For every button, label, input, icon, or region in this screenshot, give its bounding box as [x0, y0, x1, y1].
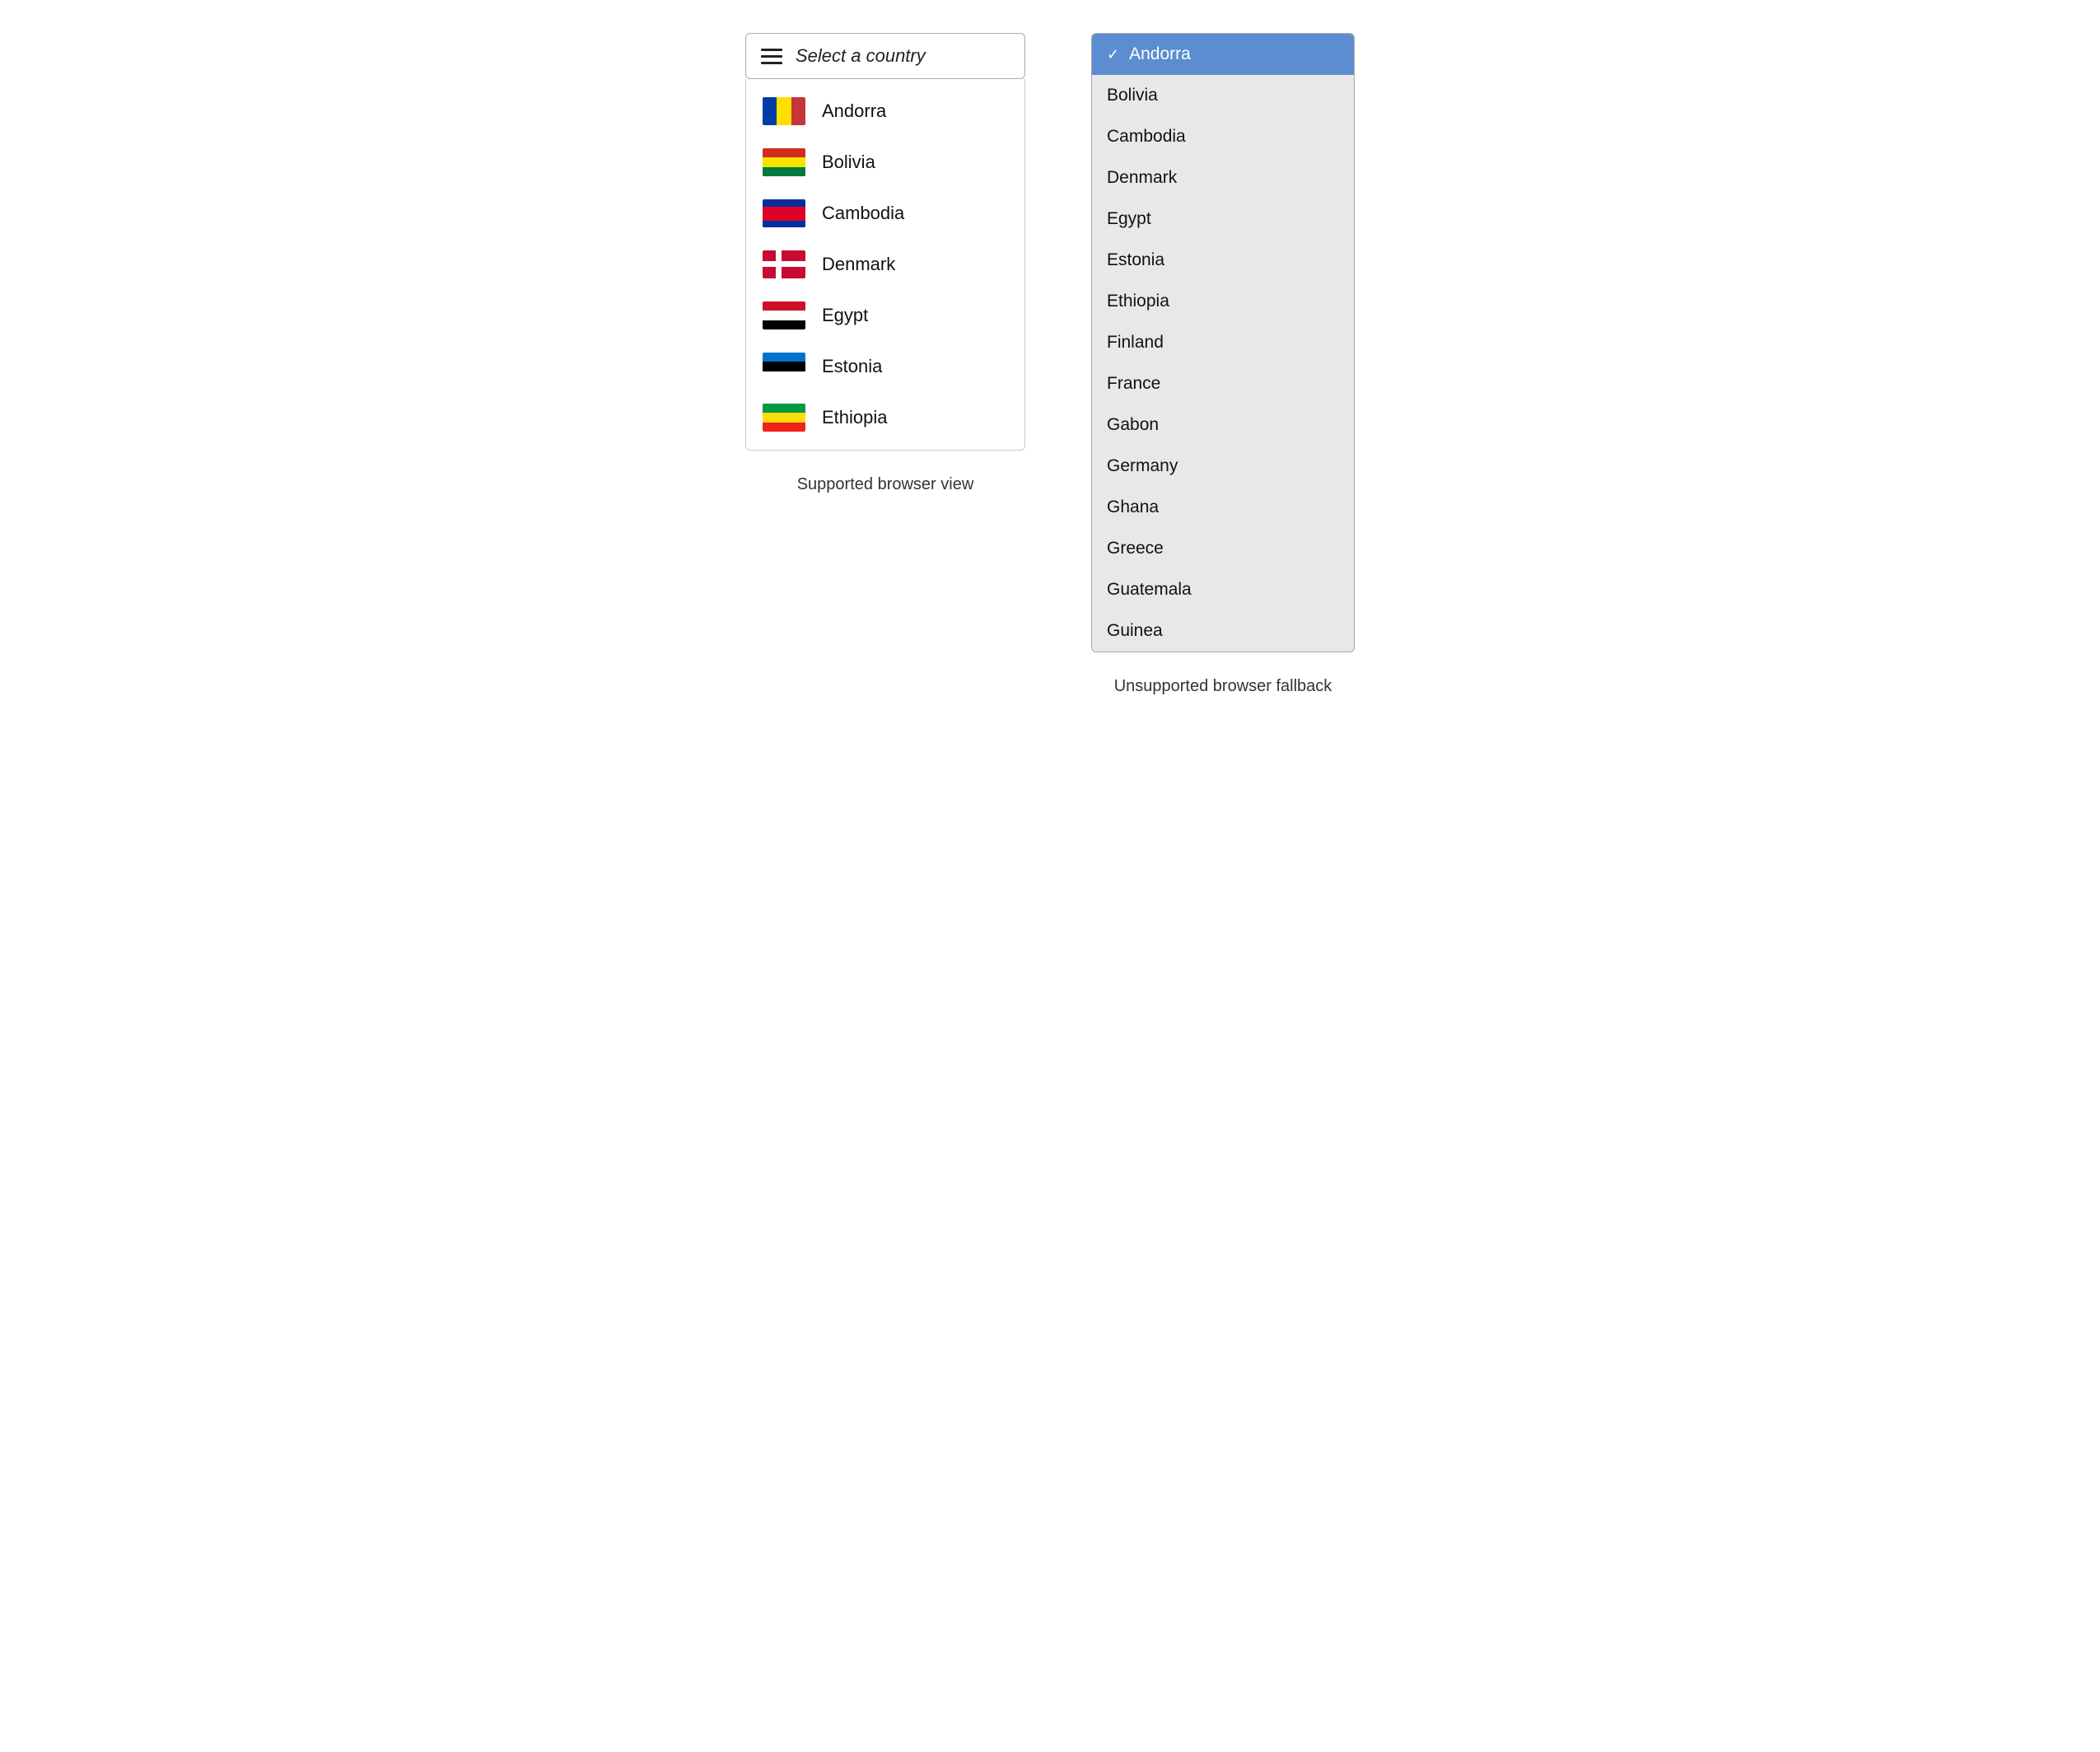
list-item[interactable]: Ethiopia [746, 392, 1024, 443]
select-option-estonia[interactable]: Estonia [1092, 240, 1354, 281]
select-trigger[interactable]: Select a country [745, 33, 1025, 79]
select-option-egypt[interactable]: Egypt [1092, 199, 1354, 240]
native-select[interactable]: ✓ Andorra Bolivia Cambodia Denmark Egypt… [1091, 33, 1355, 652]
select-option-cambodia[interactable]: Cambodia [1092, 116, 1354, 157]
flag-andorra [763, 97, 805, 125]
list-item[interactable]: Egypt [746, 290, 1024, 341]
select-option-germany[interactable]: Germany [1092, 446, 1354, 487]
select-option-gabon[interactable]: Gabon [1092, 404, 1354, 446]
select-option-ghana[interactable]: Ghana [1092, 487, 1354, 528]
left-panel-label: Supported browser view [797, 475, 974, 494]
select-option-denmark[interactable]: Denmark [1092, 157, 1354, 199]
flag-egypt [763, 301, 805, 329]
flag-estonia [763, 353, 805, 381]
flag-denmark [763, 250, 805, 278]
select-option-guatemala[interactable]: Guatemala [1092, 569, 1354, 610]
flag-bolivia [763, 148, 805, 176]
left-panel: Select a country Andorra Bolivia [745, 33, 1025, 494]
right-panel-label: Unsupported browser fallback [1114, 677, 1332, 696]
select-option-ethiopia[interactable]: Ethiopia [1092, 281, 1354, 322]
select-placeholder: Select a country [796, 45, 926, 67]
checkmark-icon: ✓ [1107, 46, 1119, 63]
right-panel: ✓ Andorra Bolivia Cambodia Denmark Egypt… [1091, 33, 1355, 696]
select-option-guinea[interactable]: Guinea [1092, 610, 1354, 652]
select-option-andorra[interactable]: ✓ Andorra [1092, 34, 1354, 75]
select-option-finland[interactable]: Finland [1092, 322, 1354, 363]
list-item[interactable]: Cambodia [746, 188, 1024, 239]
select-option-france[interactable]: France [1092, 363, 1354, 404]
flag-cambodia [763, 199, 805, 227]
dropdown-list[interactable]: Andorra Bolivia Cambodia [746, 79, 1024, 450]
custom-select[interactable]: Select a country Andorra Bolivia [745, 33, 1025, 451]
select-option-bolivia[interactable]: Bolivia [1092, 75, 1354, 116]
select-box[interactable]: ✓ Andorra Bolivia Cambodia Denmark Egypt… [1091, 33, 1355, 652]
select-option-greece[interactable]: Greece [1092, 528, 1354, 569]
flag-ethiopia [763, 404, 805, 432]
list-item[interactable]: Andorra [746, 86, 1024, 137]
page-wrapper: Select a country Andorra Bolivia [745, 33, 1355, 696]
list-item[interactable]: Denmark [746, 239, 1024, 290]
list-item[interactable]: Bolivia [746, 137, 1024, 188]
list-item[interactable]: Estonia [746, 341, 1024, 392]
hamburger-icon [761, 49, 782, 64]
custom-dropdown: Andorra Bolivia Cambodia [745, 79, 1025, 451]
